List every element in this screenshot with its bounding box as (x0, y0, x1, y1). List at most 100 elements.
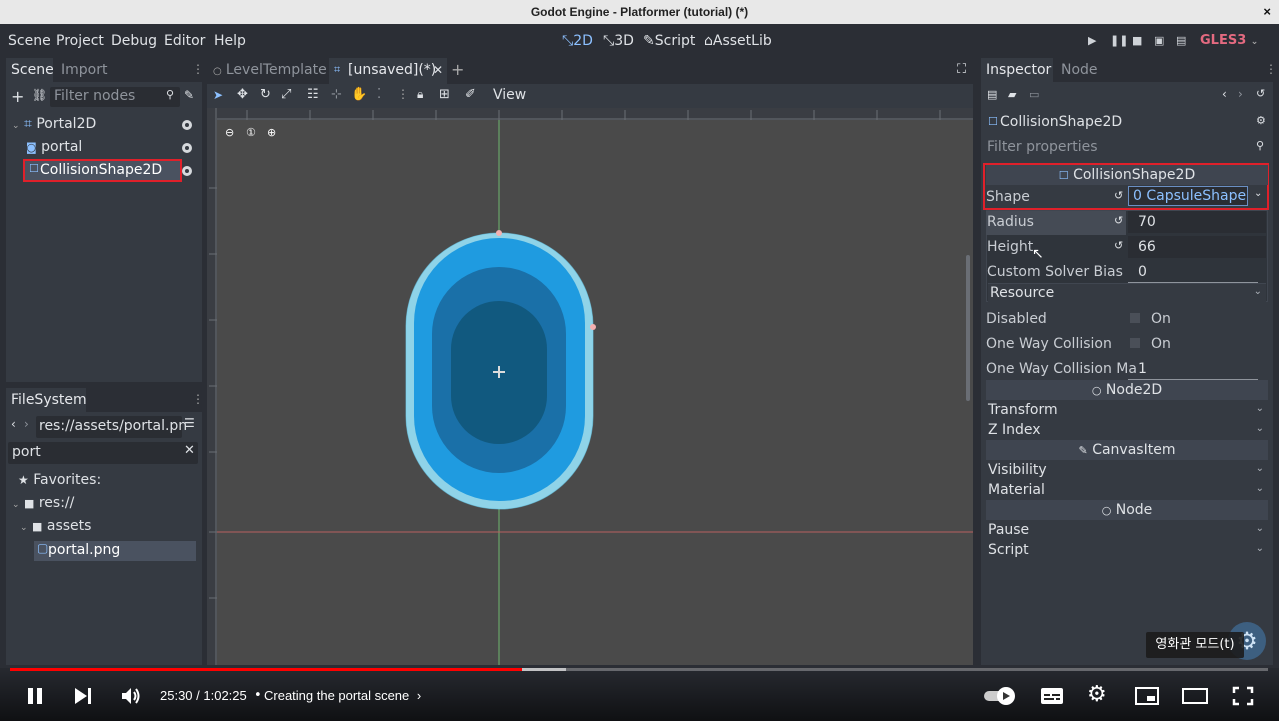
workspace-assetlib-button[interactable]: ⌂AssetLib (704, 33, 772, 49)
filter-nodes-input[interactable]: Filter nodes ⚲ (50, 87, 180, 107)
play-scene-icon[interactable]: ▣ (1154, 34, 1164, 47)
group-pause[interactable]: Pause ⌄ (986, 521, 1268, 541)
back-icon[interactable]: ‹ (11, 417, 16, 431)
history-forward-icon[interactable]: › (1238, 87, 1243, 101)
add-node-icon[interactable]: + (11, 87, 24, 106)
next-video-icon[interactable] (73, 686, 93, 706)
group-resource[interactable]: Resource ⌄ (988, 283, 1266, 303)
canvas-viewport[interactable]: ⊖ ① ⊕ (217, 120, 973, 665)
menu-help[interactable]: Help (214, 33, 246, 49)
volume-icon[interactable] (120, 686, 142, 706)
play-custom-icon[interactable]: ▤ (1176, 34, 1186, 47)
height-input[interactable]: 66 (1128, 236, 1266, 258)
scene-tab-leveltemplate[interactable]: ○ LevelTemplate (213, 62, 327, 78)
tab-node[interactable]: Node (1061, 62, 1098, 78)
vertical-scrollbar[interactable] (966, 255, 970, 401)
subtitles-icon[interactable] (1040, 687, 1064, 705)
zoom-out-icon[interactable]: ⊖ (225, 126, 234, 139)
menu-debug[interactable]: Debug (111, 33, 157, 49)
add-tab-icon[interactable]: + (451, 60, 464, 79)
workspace-2d-button[interactable]: ⤡2D (562, 33, 593, 49)
snap-icon[interactable]: ⁚ (377, 87, 381, 102)
view-menu[interactable]: View (493, 87, 526, 103)
load-resource-icon[interactable]: ▰ (1008, 88, 1016, 101)
scale-tool-icon[interactable]: ⤢ (281, 87, 291, 102)
video-chapter-button[interactable]: Creating the portal scene › (264, 688, 421, 703)
custom-solver-bias-slider[interactable]: 0 (1128, 261, 1258, 283)
distraction-free-icon[interactable]: ⛶ (957, 62, 966, 77)
rotate-tool-icon[interactable]: ↻ (260, 87, 271, 102)
favorites-item[interactable]: ★ Favorites: (18, 472, 101, 488)
res-root-item[interactable]: ⌄ ■ res:// (12, 495, 74, 511)
tab-filesystem[interactable]: FileSystem (11, 392, 87, 408)
revert-icon[interactable]: ↺ (1114, 214, 1123, 227)
tree-node-portal2d[interactable]: ⌄ ⌗ Portal2D (12, 116, 96, 132)
shape-resource-picker[interactable]: 0 CapsuleShape2 (1128, 186, 1248, 206)
autoplay-toggle[interactable] (982, 686, 1018, 706)
pause-icon[interactable]: ❚❚ (1110, 34, 1128, 47)
group-script[interactable]: Script ⌄ (986, 541, 1268, 561)
workspace-script-button[interactable]: ✎Script (643, 33, 695, 49)
filter-properties-input[interactable]: Filter properties ⚲ (986, 137, 1268, 157)
revert-icon[interactable]: ↺ (1114, 239, 1123, 252)
checkbox[interactable] (1130, 338, 1140, 348)
group-visibility[interactable]: Visibility ⌄ (986, 461, 1268, 481)
script-attach-icon[interactable]: ✎ (184, 88, 194, 102)
theater-mode-icon[interactable] (1182, 687, 1208, 705)
workspace-3d-button[interactable]: ⤡3D (603, 33, 634, 49)
visibility-eye-icon[interactable] (182, 143, 192, 153)
object-properties-icon[interactable]: ⚙ (1256, 114, 1266, 127)
scene-tab-unsaved[interactable]: ⌗ [unsaved](*) ✕ (329, 58, 447, 84)
group-icon[interactable]: ⊞ (439, 87, 450, 102)
filesystem-path-input[interactable]: res://assets/portal.pn (36, 416, 187, 438)
radius-input[interactable]: 70 (1128, 211, 1266, 233)
zoom-in-icon[interactable]: ⊕ (267, 126, 276, 139)
select-tool-icon[interactable]: ➤ (213, 88, 223, 102)
move-tool-icon[interactable]: ✥ (237, 87, 248, 102)
history-icon[interactable]: ↺ (1256, 87, 1265, 100)
kebab-menu-icon[interactable]: ⋮ (1265, 62, 1277, 76)
menu-editor[interactable]: Editor (164, 33, 205, 49)
checkbox[interactable] (1130, 313, 1140, 323)
kebab-menu-icon[interactable]: ⋮ (397, 87, 409, 101)
kebab-menu-icon[interactable]: ⋮ (192, 62, 204, 76)
chevron-down-icon[interactable]: ⌄ (1254, 188, 1262, 199)
revert-icon[interactable]: ↺ (1114, 189, 1123, 202)
settings-gear-icon[interactable]: ⚙ (1087, 682, 1107, 707)
one-way-margin-slider[interactable]: 1 (1128, 358, 1258, 380)
pan-tool-icon[interactable]: ✋ (351, 87, 367, 102)
stop-icon[interactable]: ■ (1132, 34, 1142, 47)
pivot-tool-icon[interactable]: ⊹ (331, 87, 342, 102)
visibility-eye-icon[interactable] (182, 120, 192, 130)
lock-icon[interactable]: 🔒︎ (417, 87, 423, 102)
pause-icon[interactable] (25, 686, 45, 706)
menu-project[interactable]: Project (56, 33, 104, 49)
link-icon[interactable]: ⛓ (32, 88, 47, 102)
new-resource-icon[interactable]: ▤ (987, 88, 997, 101)
zoom-reset-icon[interactable]: ① (246, 126, 256, 139)
close-icon[interactable]: × (1263, 0, 1271, 24)
menu-scene[interactable]: Scene (8, 33, 51, 49)
save-resource-icon[interactable]: ▭ (1029, 88, 1039, 101)
close-tab-icon[interactable]: ✕ (433, 63, 443, 77)
renderer-selector[interactable]: GLES3 ⌄ (1200, 33, 1258, 48)
play-icon[interactable]: ▶ (1088, 34, 1096, 47)
bone-icon[interactable]: ✐ (465, 87, 476, 102)
kebab-menu-icon[interactable]: ⋮ (192, 392, 204, 406)
file-item-portal-png[interactable]: ▢ portal.png (34, 541, 196, 561)
fullscreen-icon[interactable] (1232, 686, 1254, 706)
assets-folder-item[interactable]: ⌄ ■ assets (20, 518, 91, 534)
list-select-icon[interactable]: ☷ (307, 87, 319, 102)
tree-node-collisionshape2d[interactable]: ☐ CollisionShape2D (23, 159, 182, 182)
tab-import[interactable]: Import (61, 62, 107, 78)
tree-node-portal[interactable]: ◙ portal (26, 139, 82, 155)
filesystem-search-input[interactable]: port ✕ (8, 442, 198, 464)
tab-inspector[interactable]: Inspector (986, 62, 1051, 78)
miniplayer-icon[interactable] (1135, 687, 1159, 705)
forward-icon[interactable]: › (24, 417, 29, 431)
group-z-index[interactable]: Z Index ⌄ (986, 421, 1268, 441)
group-material[interactable]: Material ⌄ (986, 481, 1268, 501)
clear-icon[interactable]: ✕ (184, 443, 195, 458)
group-transform[interactable]: Transform ⌄ (986, 401, 1268, 421)
visibility-eye-icon[interactable] (182, 166, 192, 176)
